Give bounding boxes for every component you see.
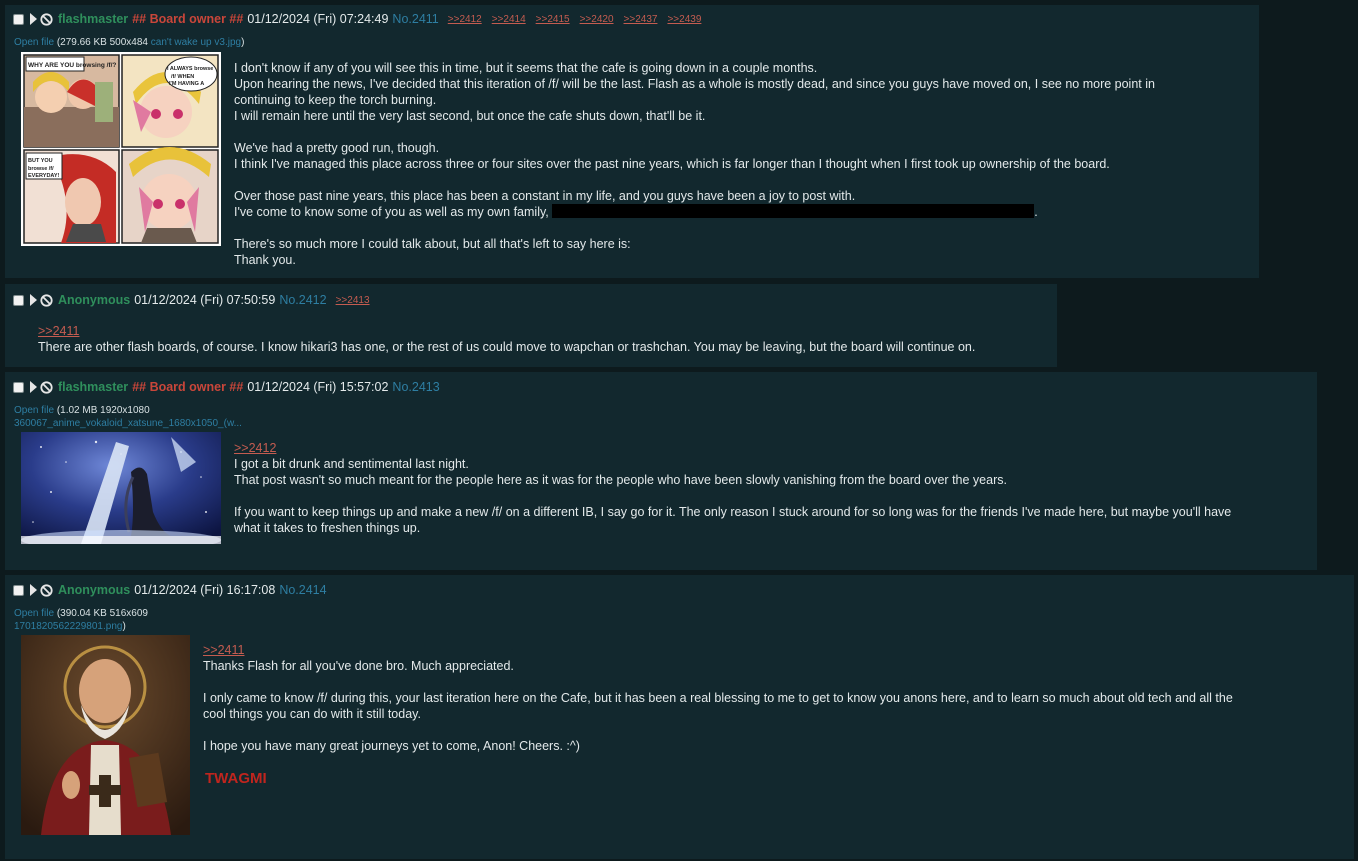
file-meta: (279.66 KB 500x484 <box>56 37 148 48</box>
message-line: continuing to keep the torch burning. <box>234 93 437 107</box>
message-line: I don't know if any of you will see this… <box>234 61 818 75</box>
backlink[interactable]: >>2412 <box>448 14 482 25</box>
capcode: ## Board owner ## <box>132 380 244 394</box>
post-number-link[interactable]: No.2411 <box>392 12 438 26</box>
message-line: Thanks Flash for all you've done bro. Mu… <box>203 659 514 673</box>
checkbox-icon[interactable] <box>13 381 24 393</box>
post-header: flashmaster ## Board owner ## 01/12/2024… <box>13 11 711 27</box>
checkbox-icon[interactable] <box>13 13 24 25</box>
file-info: Open file (390.04 KB 516x609 17018205622… <box>14 607 148 633</box>
open-file-link[interactable]: Open file <box>14 608 54 619</box>
hide-post-icon[interactable] <box>40 583 53 597</box>
message-line-redacted: I've come to know some of you as well as… <box>234 204 1038 219</box>
file-name-link[interactable]: 1701820562229801.png <box>14 621 122 632</box>
message-line: If you want to keep things up and make a… <box>234 505 1232 519</box>
post-2413: flashmaster ## Board owner ## 01/12/2024… <box>5 372 1317 570</box>
hide-post-icon[interactable] <box>40 12 53 26</box>
capcode: ## Board owner ## <box>132 12 244 26</box>
post-2414: Anonymous 01/12/2024 (Fri) 16:17:08 No.2… <box>5 575 1354 859</box>
message-line: That post wasn't so much meant for the p… <box>234 473 1007 487</box>
expand-arrow-icon[interactable] <box>30 13 37 25</box>
post-image-thumbnail[interactable] <box>21 635 190 835</box>
message-line: cool things you can do with it still tod… <box>203 707 421 721</box>
backlink[interactable]: >>2437 <box>624 14 658 25</box>
post-image-thumbnail[interactable]: WHY ARE YOU browsing /f/? I ALWAYS brows… <box>21 52 221 246</box>
comic-text: I'M HAVING A <box>169 81 204 87</box>
expand-arrow-icon[interactable] <box>30 584 37 596</box>
comic-text: /f/ WHEN <box>171 74 194 80</box>
comic-text: EVERYDAY! <box>28 173 60 179</box>
post-header: flashmaster ## Board owner ## 01/12/2024… <box>13 379 449 395</box>
poster-name: flashmaster <box>58 380 129 394</box>
comic-text: I ALWAYS browse <box>167 66 213 72</box>
hide-post-icon[interactable] <box>40 293 53 307</box>
message-line: There's so much more I could talk about,… <box>234 237 631 251</box>
post-2411: flashmaster ## Board owner ## 01/12/2024… <box>5 5 1259 278</box>
file-info: Open file (1.02 MB 1920x1080 360067_anim… <box>14 404 242 430</box>
file-meta: (1.02 MB 1920x1080 <box>56 405 150 416</box>
backlink[interactable]: >>2415 <box>536 14 570 25</box>
message-line: I got a bit drunk and sentimental last n… <box>234 457 469 471</box>
file-meta: (390.04 KB 516x609 <box>56 608 148 619</box>
poster-name: flashmaster <box>58 12 129 26</box>
message-line: Over those past nine years, this place h… <box>234 189 856 203</box>
message-line: I hope you have many great journeys yet … <box>203 739 580 753</box>
post-message: >>2411 There are other flash boards, of … <box>38 323 975 355</box>
post-datetime: 01/12/2024 (Fri) 15:57:02 <box>247 380 389 394</box>
post-image-thumbnail[interactable] <box>21 432 221 544</box>
anime-night-image <box>21 432 221 544</box>
post-datetime: 01/12/2024 (Fri) 16:17:08 <box>134 583 276 597</box>
message-line: Thank you. <box>234 253 296 267</box>
expand-arrow-icon[interactable] <box>30 381 37 393</box>
file-meta-close: ) <box>241 37 245 48</box>
open-file-link[interactable]: Open file <box>14 405 54 416</box>
comic-text: browse /f/ <box>28 166 54 172</box>
backlink[interactable]: >>2420 <box>580 14 614 25</box>
post-number-link[interactable]: No.2413 <box>392 380 439 394</box>
quote-link[interactable]: >>2411 <box>38 323 975 339</box>
message-line: what it takes to freshen things up. <box>234 521 421 535</box>
post-header: Anonymous 01/12/2024 (Fri) 07:50:59 No.2… <box>13 292 380 308</box>
comic-text: BUT YOU <box>28 158 53 164</box>
post-datetime: 01/12/2024 (Fri) 07:50:59 <box>134 293 276 307</box>
message-line: I will remain here until the very last s… <box>234 109 706 123</box>
message-line: There are other flash boards, of course.… <box>38 340 976 354</box>
post-2412: Anonymous 01/12/2024 (Fri) 07:50:59 No.2… <box>5 284 1057 367</box>
comic-image: WHY ARE YOU browsing /f/? I ALWAYS brows… <box>21 52 221 246</box>
expand-arrow-icon[interactable] <box>30 294 37 306</box>
open-file-link[interactable]: Open file <box>14 37 54 48</box>
red-text: TWAGMI <box>205 770 267 787</box>
checkbox-icon[interactable] <box>13 584 24 596</box>
message-line: We've had a pretty good run, though. <box>234 141 440 155</box>
post-datetime: 01/12/2024 (Fri) 07:24:49 <box>247 12 389 26</box>
quote-link[interactable]: >>2411 <box>203 642 1233 658</box>
message-line: Upon hearing the news, I've decided that… <box>234 77 1155 91</box>
message-line: I think I've managed this place across t… <box>234 157 1110 171</box>
file-meta-close: ) <box>122 621 126 632</box>
backlink[interactable]: >>2414 <box>492 14 526 25</box>
quote-link[interactable]: >>2412 <box>234 440 1231 456</box>
post-number-link[interactable]: No.2412 <box>279 293 326 307</box>
file-name-link[interactable]: 360067_anime_vokaloid_xatsune_1680x1050_… <box>14 417 242 430</box>
backlink[interactable]: >>2413 <box>336 295 370 306</box>
comic-text: WHY ARE YOU browsing /f/? <box>28 62 116 69</box>
poster-name: Anonymous <box>58 293 131 307</box>
post-header: Anonymous 01/12/2024 (Fri) 16:17:08 No.2… <box>13 582 336 598</box>
post-message: >>2411 Thanks Flash for all you've done … <box>203 642 1233 787</box>
post-number-link[interactable]: No.2414 <box>279 583 326 597</box>
hide-post-icon[interactable] <box>40 380 53 394</box>
saint-portrait-image <box>21 635 190 835</box>
file-name-link[interactable]: can't wake up v3.jpg <box>151 37 241 48</box>
poster-name: Anonymous <box>58 583 131 597</box>
checkbox-icon[interactable] <box>13 294 24 306</box>
post-message: >>2412 I got a bit drunk and sentimental… <box>234 440 1231 536</box>
file-info: Open file (279.66 KB 500x484 can't wake … <box>14 36 244 49</box>
redaction-bar <box>552 204 1035 218</box>
post-message: I don't know if any of you will see this… <box>234 60 1155 268</box>
backlink[interactable]: >>2439 <box>667 14 701 25</box>
message-line: I only came to know /f/ during this, you… <box>203 691 1233 705</box>
